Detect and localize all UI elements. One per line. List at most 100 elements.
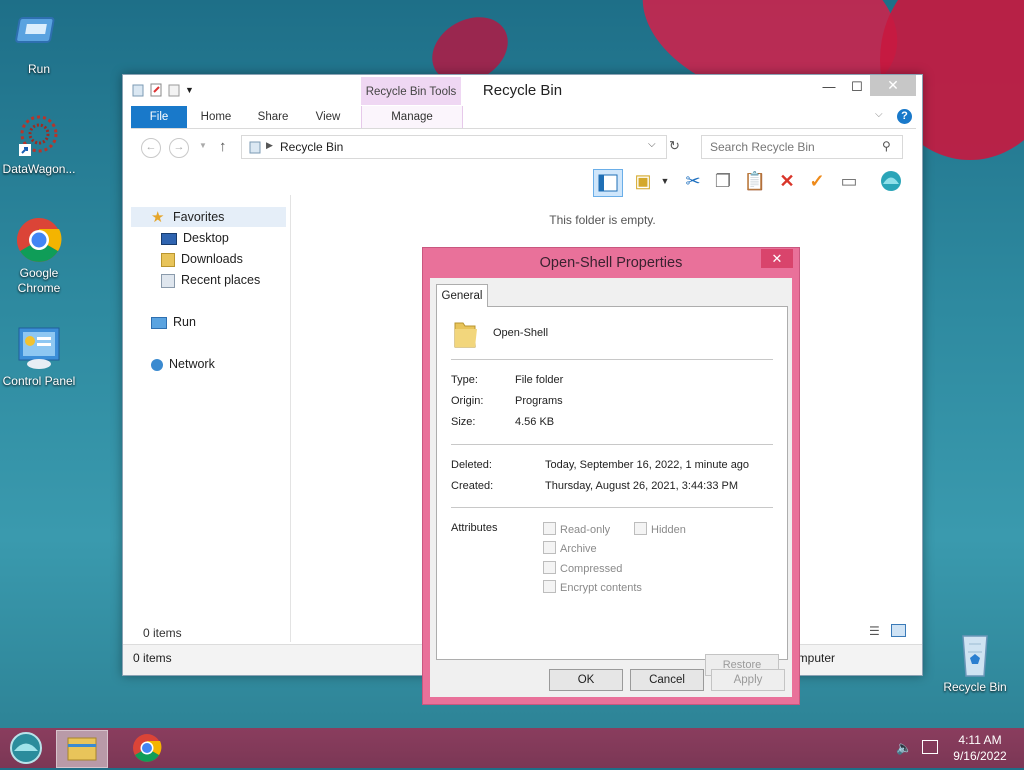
help-icon[interactable]: ? [897,109,912,124]
checkbox-label: Encrypt contents [560,582,642,594]
archive-checkbox[interactable]: Archive [543,541,597,555]
created-value: Thursday, August 26, 2021, 3:44:33 PM [545,480,739,492]
refresh-icon[interactable]: ↻ [669,138,680,154]
divider [451,359,773,360]
sidebar-item-downloads[interactable]: Downloads [161,249,243,269]
encrypt-checkbox[interactable]: Encrypt contents [543,580,642,594]
copy-icon[interactable]: ❐ [711,169,735,193]
recycle-bin-icon [951,630,999,678]
close-button[interactable]: ✕ [870,75,916,96]
sidebar-item-network[interactable]: Network [151,354,215,374]
readonly-checkbox[interactable]: Read-only [543,522,610,536]
downloads-folder-icon [161,252,175,267]
openshell-shell-icon[interactable] [879,169,903,193]
paste-icon[interactable]: 📋 [743,169,767,193]
start-button[interactable] [6,730,46,766]
recent-locations-icon[interactable]: ▼ [199,141,207,150]
cut-icon[interactable]: ✂ [681,169,705,193]
window-title: Recycle Bin [482,82,563,99]
run-icon [15,12,63,60]
apply-button[interactable]: Apply [711,669,785,691]
search-icon: ⚲ [882,139,891,153]
divider [451,444,773,445]
checkbox-label: Hidden [651,524,686,536]
dialog-title: Open-Shell Properties [539,255,683,271]
recent-places-icon [161,273,175,288]
address-dropdown-icon[interactable]: ⌵ [648,139,656,150]
desktop-icon-datawagon[interactable]: DataWagon... [0,112,79,177]
item-name: Open-Shell [493,327,549,339]
run-icon [151,316,167,329]
origin-value: Programs [515,395,563,407]
created-label: Created: [451,480,494,492]
layout-icon[interactable] [593,169,623,197]
clock-time: 4:11 AM [958,733,1002,747]
tab-view[interactable]: View [305,106,351,128]
sidebar-item-label: Downloads [181,252,243,266]
forward-button[interactable]: → [169,138,189,158]
ok-button[interactable]: OK [549,669,623,691]
desktop-icon-label: Recycle Bin [943,680,1007,694]
back-button[interactable]: ← [141,138,161,158]
checkbox-label: Archive [560,543,597,555]
ribbon-tabs: File Home Share View Manage ⌵ ? [131,106,916,129]
sidebar-item-favorites[interactable]: ★ Favorites [131,207,286,227]
checkmark-icon[interactable]: ✓ [805,169,829,193]
general-panel: Open-Shell Type: File folder Origin: Pro… [436,306,788,676]
delete-icon[interactable]: ✕ [775,169,799,193]
checkbox-label: Read-only [560,524,611,536]
dialog-close-button[interactable]: ✕ [761,249,793,268]
checkbox-box [543,580,556,593]
desktop-icon-label: Google Chrome [17,266,61,295]
minimize-button[interactable]: — [815,77,843,97]
checkbox-box [543,561,556,574]
sidebar-item-recent-places[interactable]: Recent places [161,270,260,290]
sidebar-item-label: Desktop [183,231,229,245]
chevron-right-icon: ▶ [266,140,273,150]
compressed-checkbox[interactable]: Compressed [543,561,622,575]
desktop-icon-control-panel[interactable]: Control Panel [0,324,79,389]
sidebar-item-label: Run [173,315,196,329]
taskbar: 🔈 4:11 AM 9/16/2022 [0,728,1024,768]
rename-icon[interactable]: ▭ [837,169,861,193]
address-bar[interactable]: ▶ Recycle Bin ⌵ [241,135,667,159]
network-tray-icon[interactable] [922,740,938,754]
folder-check-icon[interactable]: ▣ [631,169,655,193]
desktop-icon-chrome[interactable]: Google Chrome [0,216,79,296]
large-icons-view-icon[interactable] [891,624,906,637]
cancel-button[interactable]: Cancel [630,669,704,691]
volume-muted-icon[interactable]: 🔈 [896,740,912,756]
desktop-icon-run[interactable]: Run [0,12,79,77]
up-button[interactable]: ↑ [219,138,227,155]
search-input[interactable]: Search Recycle Bin ⚲ [701,135,903,159]
control-panel-icon [15,324,63,372]
tab-share[interactable]: Share [249,106,297,128]
size-label: Size: [451,416,476,428]
explorer-titlebar[interactable]: ▼ Recycle Bin Tools Recycle Bin — ☐ ✕ [123,75,922,105]
desktop-icon-label: DataWagon... [2,162,76,176]
desktop-icon-label: Control Panel [2,374,76,388]
properties-dialog: Open-Shell Properties ✕ General Open-She… [422,247,800,705]
system-clock[interactable]: 4:11 AM 9/16/2022 [948,732,1012,764]
details-view-icon[interactable]: ☰ [869,624,880,638]
dropdown-arrow-icon[interactable]: ▼ [653,169,677,193]
tab-manage[interactable]: Manage [361,106,463,128]
sidebar-item-desktop[interactable]: Desktop [161,228,229,248]
desktop-icon-recycle-bin[interactable]: Recycle Bin [935,630,1015,695]
taskbar-chrome-button[interactable] [124,730,170,766]
tab-general[interactable]: General [436,284,488,307]
desktop-icon-label: Run [27,62,50,76]
taskbar-explorer-button[interactable] [56,730,108,768]
pane-divider [290,195,291,642]
tab-file[interactable]: File [131,106,187,128]
hidden-checkbox[interactable]: Hidden [634,522,686,536]
deleted-label: Deleted: [451,459,492,471]
dialog-body: General Open-Shell Type: File folder Ori… [430,278,792,697]
address-row: ← → ▼ ↑ ▶ Recycle Bin ⌵ ↻ Search Recycle… [131,135,916,159]
maximize-button[interactable]: ☐ [843,77,871,97]
sidebar-item-label: Network [169,357,215,371]
folder-icon [453,317,479,352]
sidebar-item-run[interactable]: Run [151,312,196,332]
collapse-ribbon-icon[interactable]: ⌵ [875,109,883,120]
tab-home[interactable]: Home [191,106,241,128]
